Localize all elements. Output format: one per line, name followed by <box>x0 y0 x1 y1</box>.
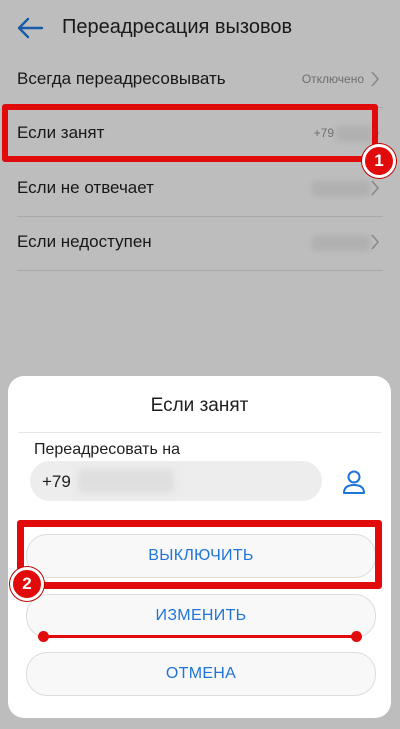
dialog-title: Если занят <box>150 395 249 416</box>
annotation-underline <box>43 635 357 638</box>
cancel-button[interactable]: ОТМЕНА <box>26 652 376 696</box>
annotation-highlight-1 <box>2 104 378 162</box>
annotation-badge-2: 2 <box>10 567 44 601</box>
phone-number-input[interactable]: +79 <box>30 461 322 501</box>
forward-to-label: Переадресовать на <box>34 441 181 458</box>
annotation-dot <box>351 631 362 642</box>
divider <box>18 432 381 433</box>
annotation-dot <box>38 631 49 642</box>
redacted-number <box>78 469 174 493</box>
edit-button[interactable]: ИЗМЕНИТЬ <box>26 594 376 638</box>
person-icon <box>343 470 365 494</box>
annotation-highlight-2 <box>17 520 382 589</box>
phone-number-value: +79 <box>42 472 71 491</box>
annotation-badge-1: 1 <box>362 144 396 178</box>
contact-picker-button[interactable] <box>341 468 367 496</box>
